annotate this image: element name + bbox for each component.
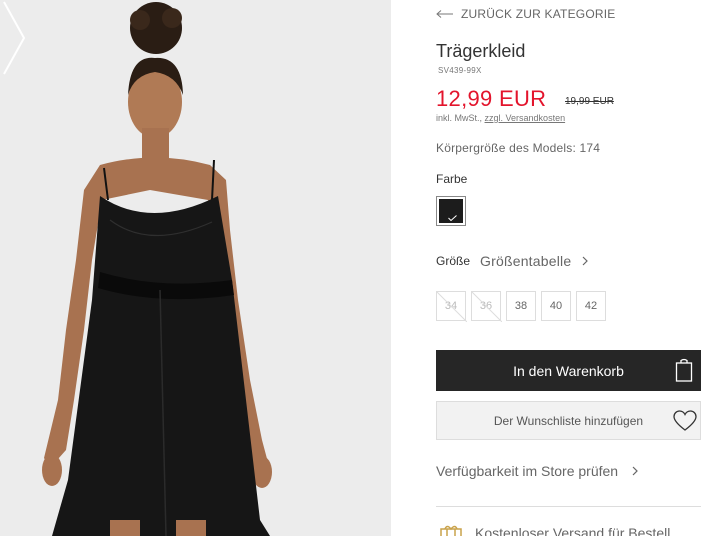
size-option-36[interactable]: 36 bbox=[471, 291, 502, 322]
current-price: 12,99 EUR bbox=[436, 86, 547, 111]
chevron-right-icon[interactable] bbox=[581, 256, 589, 266]
store-availability-link[interactable]: Verfügbarkeit im Store prüfen bbox=[436, 463, 639, 479]
model-size-info: Körpergröße des Models: 174 bbox=[436, 141, 601, 155]
back-to-category-link[interactable]: ZURÜCK ZUR KATEGORIE bbox=[436, 7, 615, 21]
size-option-label: 40 bbox=[549, 300, 563, 312]
product-photo bbox=[0, 0, 391, 536]
size-label: Größe bbox=[436, 254, 471, 268]
product-title: Trägerkleid bbox=[436, 41, 526, 61]
size-table-link[interactable]: Größentabelle bbox=[480, 253, 571, 269]
color-swatch-selected[interactable] bbox=[436, 196, 466, 226]
free-shipping-text: Kostenloser Versand für Bestell bbox=[475, 525, 671, 536]
size-header: Größe Größentabelle bbox=[436, 253, 589, 269]
product-info-panel: ZURÜCK ZUR KATEGORIE Trägerkleid SV439-9… bbox=[436, 0, 701, 536]
size-option-42[interactable]: 42 bbox=[576, 291, 606, 321]
checkmark-icon bbox=[448, 215, 457, 222]
add-to-wishlist-label: Der Wunschliste hinzufügen bbox=[493, 413, 644, 428]
chevron-right-icon bbox=[632, 466, 638, 476]
gallery-next-icon[interactable] bbox=[0, 0, 28, 76]
section-divider bbox=[436, 506, 701, 507]
shopping-bag-icon bbox=[675, 358, 693, 382]
add-to-wishlist-button[interactable]: Der Wunschliste hinzufügen bbox=[436, 401, 701, 440]
size-option-40[interactable]: 40 bbox=[541, 291, 571, 321]
unavailable-strike-icon bbox=[472, 292, 502, 322]
back-link-label: ZURÜCK ZUR KATEGORIE bbox=[461, 7, 616, 21]
unavailable-strike-icon bbox=[437, 292, 467, 322]
add-to-cart-button[interactable]: In den Warenkorb bbox=[436, 350, 701, 391]
old-price: 19,99 EUR bbox=[565, 96, 614, 107]
free-shipping-banner: Kostenloser Versand für Bestell bbox=[439, 523, 670, 536]
product-sku: SV439-99X bbox=[438, 66, 482, 75]
heart-icon bbox=[673, 410, 697, 431]
tax-note-text: inkl. MwSt., bbox=[436, 113, 483, 123]
color-swatch-fill bbox=[439, 199, 463, 223]
gift-box-icon bbox=[440, 525, 462, 536]
shipping-costs-link[interactable]: zzgl. Versandkosten bbox=[485, 113, 566, 123]
store-availability-label: Verfügbarkeit im Store prüfen bbox=[436, 463, 619, 479]
arrow-left-icon bbox=[436, 10, 453, 18]
product-image-gallery bbox=[0, 0, 391, 536]
add-to-cart-label: In den Warenkorb bbox=[513, 362, 624, 379]
size-option-label: 42 bbox=[584, 300, 598, 312]
color-label: Farbe bbox=[436, 172, 468, 186]
size-option-38[interactable]: 38 bbox=[506, 291, 536, 321]
size-option-34[interactable]: 34 bbox=[436, 291, 467, 322]
tax-note: inkl. MwSt., zzgl. Versandkosten bbox=[436, 113, 565, 123]
size-option-label: 38 bbox=[514, 300, 528, 312]
